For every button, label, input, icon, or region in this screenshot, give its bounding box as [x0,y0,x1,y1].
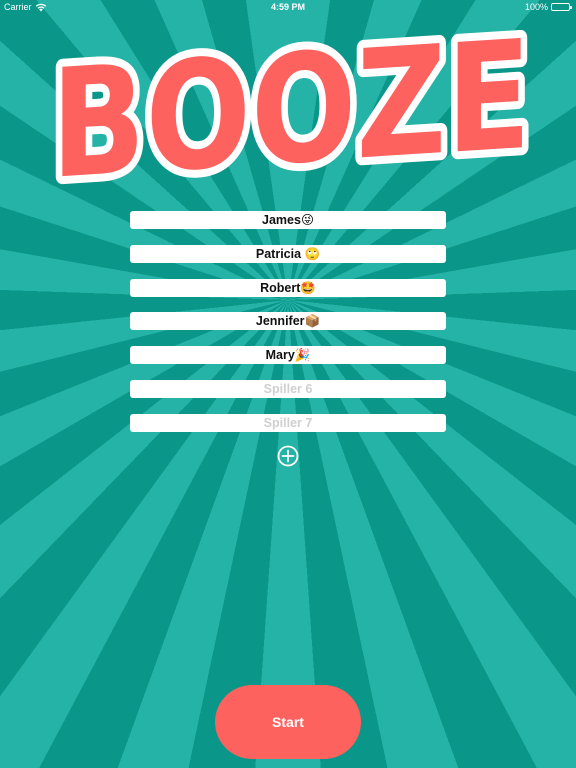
player-field-7[interactable] [130,413,446,432]
player-field-3[interactable] [130,278,446,297]
battery-percentage: 100% [524,2,548,12]
start-button[interactable]: Start [215,685,361,759]
player-field-2[interactable] [130,244,446,263]
battery-icon [551,3,572,11]
player-field-1[interactable] [130,211,446,229]
add-player-button[interactable] [277,445,299,467]
logo-text: BOOZE [51,30,531,188]
status-right: 100% [524,2,572,12]
booze-logo: BOOZE BOOZE [43,30,539,188]
player-field-5[interactable] [130,346,446,365]
status-bar: Carrier 4:59 PM 100% [0,0,576,14]
player-field-6[interactable] [130,379,446,398]
player-field-4[interactable] [130,312,446,331]
status-time: 4:59 PM [270,2,305,12]
plus-circle-icon [277,445,299,467]
player-list [130,211,446,448]
